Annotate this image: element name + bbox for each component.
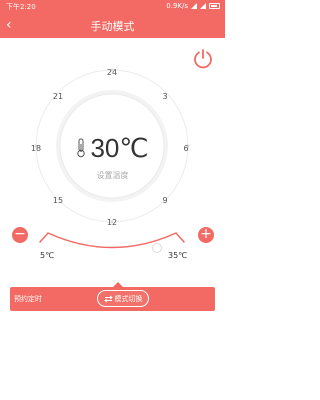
schedule-button[interactable]: 预约定时 [14,294,42,304]
bottom-action-bar: 预约定时 模式切换 [10,282,215,311]
mode-switch-button[interactable]: 模式切换 [97,290,149,307]
temperature-value: 30℃ [90,132,149,163]
range-max-label: 35℃ [168,251,188,260]
range-slider-handle [152,243,162,253]
tick-label-15: 15 [52,196,64,205]
set-temperature-label: 设置温度 [96,171,129,180]
range-min-label: 5℃ [40,251,55,260]
temperature-range-curve [39,232,185,249]
thermometer-icon [77,138,86,158]
swap-arrows-icon [103,294,113,303]
tick-label-9: 9 [162,196,168,205]
tick-label-24: 24 [106,68,118,77]
tick-label-6: 6 [183,144,189,153]
bottom-bar-notch [113,282,123,287]
increase-temperature-button[interactable]: + [198,227,214,243]
tick-label-18: 18 [30,144,42,153]
mode-switch-label: 模式切换 [114,294,143,303]
decrease-temperature-button[interactable]: − [12,227,28,243]
temperature-display: 30℃ [60,131,165,165]
tick-label-21: 21 [52,92,64,101]
tick-label-12: 12 [106,218,118,227]
tick-label-3: 3 [162,92,168,101]
